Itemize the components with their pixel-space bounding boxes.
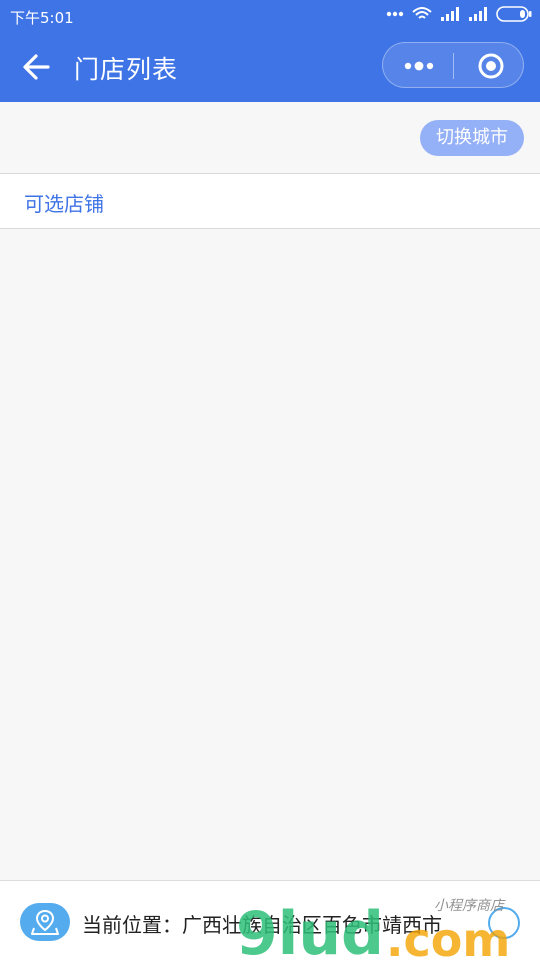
nav-bar: 门店列表 (0, 32, 540, 102)
wifi-icon (412, 7, 432, 19)
capsule-close-button[interactable] (463, 46, 519, 86)
switch-city-button[interactable]: 切换城市 (420, 120, 524, 156)
location-icon-badge[interactable] (20, 903, 70, 941)
city-switch-bar: 切换城市 (0, 102, 540, 174)
signal-icon (469, 7, 487, 21)
section-title: 可选店铺 (24, 192, 104, 216)
current-location-text: 当前位置：广西壮族自治区百色市靖西市 (82, 913, 442, 937)
back-button[interactable] (14, 47, 58, 87)
battery-icon (496, 6, 532, 22)
store-section-header: 可选店铺 (0, 174, 540, 229)
capsule-divider (453, 53, 454, 79)
target-close-icon (478, 53, 504, 79)
signal-icon (441, 7, 459, 21)
status-time: 下午5:01 (10, 9, 74, 27)
status-icons (386, 6, 532, 22)
arrow-left-icon (23, 54, 50, 80)
page-title: 门店列表 (74, 55, 179, 84)
location-bar: 当前位置：广西壮族自治区百色市靖西市 (0, 880, 540, 961)
capsule-more-button[interactable] (391, 46, 447, 86)
status-bar: 下午5:01 (0, 0, 540, 32)
more-dots-icon (386, 11, 404, 17)
more-dots-icon (404, 61, 434, 71)
map-pin-icon (31, 909, 59, 935)
refresh-location-button[interactable] (488, 907, 520, 939)
store-list (0, 229, 540, 880)
mini-program-capsule (382, 42, 524, 88)
